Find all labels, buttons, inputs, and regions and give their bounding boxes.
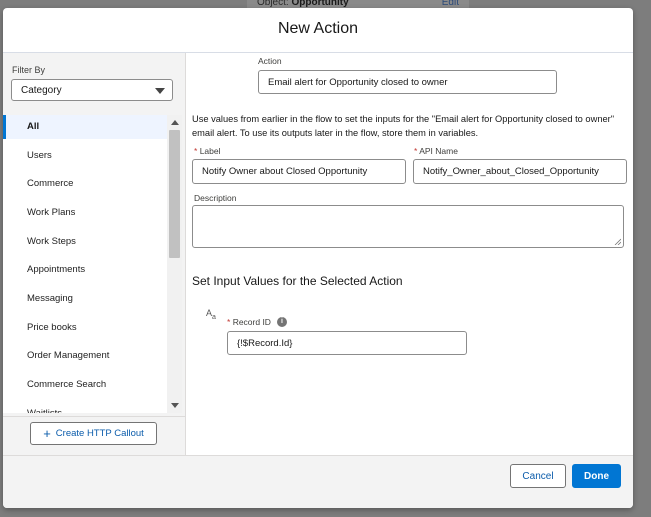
input-values-section-title: Set Input Values for the Selected Action [192,274,403,288]
modal-footer: Cancel Done [3,455,633,508]
category-item-all[interactable]: All [3,115,167,139]
filter-by-label: Filter By [12,65,46,75]
category-item-users[interactable]: Users [3,144,167,168]
cancel-button[interactable]: Cancel [510,464,566,488]
filter-by-select[interactable]: Category [11,79,173,101]
category-panel: Filter By Category All Users Commerce Wo… [3,53,186,455]
filter-by-value: Category [21,85,62,96]
category-item-price-books[interactable]: Price books [3,316,167,340]
plus-icon: + [43,426,51,441]
action-help-text: Use values from earlier in the flow to s… [192,114,615,138]
category-item-work-steps[interactable]: Work Steps [3,230,167,254]
done-button[interactable]: Done [572,464,621,488]
background-object-info: Object: Opportunity [257,0,349,8]
text-type-icon: Aa [206,308,216,321]
label-input[interactable]: Notify Owner about Closed Opportunity [192,159,406,184]
resize-handle-icon[interactable] [614,238,621,245]
create-http-callout-button[interactable]: + Create HTTP Callout [30,422,157,445]
action-field-label: Action [258,56,282,66]
category-list-scrollbar[interactable] [167,115,182,413]
category-item-messaging[interactable]: Messaging [3,287,167,311]
info-icon[interactable]: i [277,317,287,327]
category-item-commerce[interactable]: Commerce [3,172,167,196]
category-item-commerce-search[interactable]: Commerce Search [3,373,167,397]
category-item-order-management[interactable]: Order Management [3,344,167,368]
action-form: Action Email alert for Opportunity close… [186,53,633,455]
description-textarea[interactable] [192,205,624,248]
category-item-appointments[interactable]: Appointments [3,258,167,282]
required-marker: * [414,146,418,156]
action-input[interactable]: Email alert for Opportunity closed to ow… [258,70,557,94]
description-field-label: Description [194,193,237,203]
category-item-work-plans[interactable]: Work Plans [3,201,167,225]
modal-title: New Action [277,20,359,37]
scroll-thumb[interactable] [169,130,180,258]
scroll-up-arrow-icon[interactable] [171,120,179,125]
required-marker: * [227,317,231,327]
record-id-input[interactable]: {!$Record.Id} [227,331,467,355]
category-item-waitlists[interactable]: Waitlists [3,402,167,413]
new-action-modal: New Action Filter By Category All Users … [3,8,633,508]
scroll-down-arrow-icon[interactable] [171,403,179,408]
create-http-callout-label: Create HTTP Callout [55,428,144,439]
api-name-input[interactable]: Notify_Owner_about_Closed_Opportunity [413,159,627,184]
api-name-field-label: * API Name [414,146,458,156]
category-list: All Users Commerce Work Plans Work Steps… [3,115,167,413]
modal-header: New Action [3,8,633,53]
record-id-field-label: * Record ID [227,317,271,327]
label-field-label: * Label [194,146,221,156]
chevron-down-icon [155,88,165,94]
left-panel-divider [3,416,185,417]
required-marker: * [194,146,198,156]
background-edit-link[interactable]: Edit [442,0,459,8]
